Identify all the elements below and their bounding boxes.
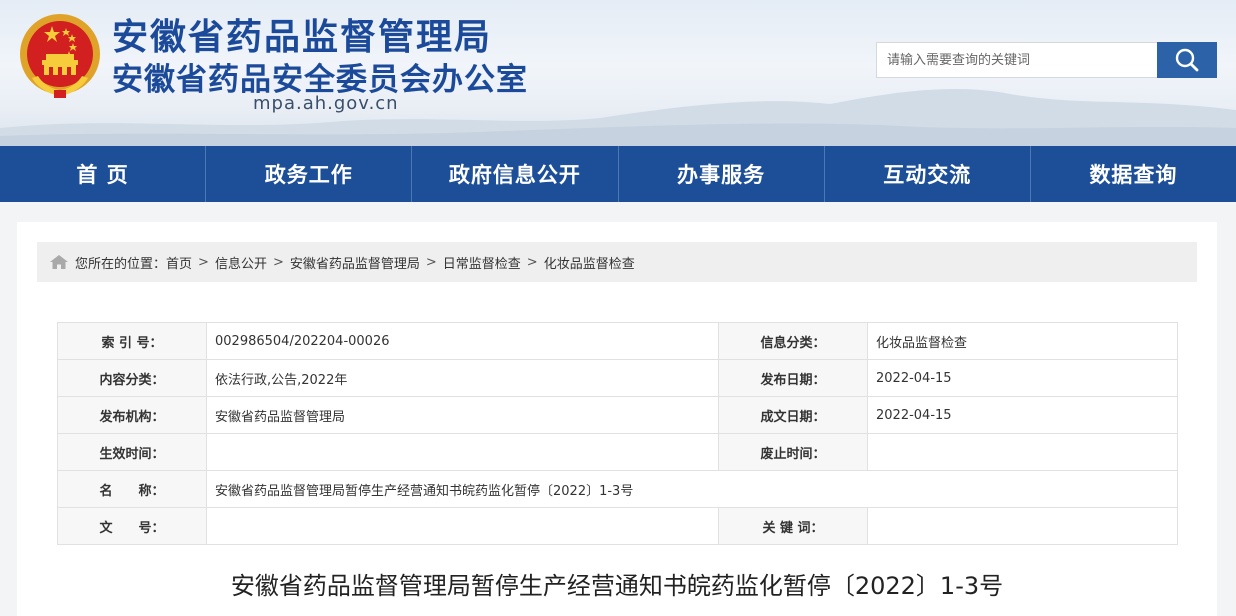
table-row: 索 引 号： 002986504/202204-00026 信息分类： 化妆品监… (57, 322, 1178, 360)
nav-item-info-disclosure[interactable]: 政府信息公开 (411, 146, 617, 202)
nav-item-government-work[interactable]: 政务工作 (205, 146, 411, 202)
content-panel: 您所在的位置： 首页 > 信息公开 > 安徽省药品监督管理局 > 日常监督检查 … (17, 222, 1217, 616)
publisher-value: 安徽省药品监督管理局 (206, 396, 719, 434)
breadcrumb-separator: > (425, 254, 437, 270)
keywords-value (867, 507, 1178, 545)
expired-value (867, 433, 1178, 471)
nav-item-interaction[interactable]: 互动交流 (823, 146, 1030, 202)
site-domain: mpa.ah.gov.cn (253, 93, 399, 114)
breadcrumb: 您所在的位置： 首页 > 信息公开 > 安徽省药品监督管理局 > 日常监督检查 … (37, 242, 1197, 282)
name-value: 安徽省药品监督管理局暂停生产经营通知书皖药监化暂停〔2022〕1-3号 (206, 470, 1178, 508)
publish-date-value: 2022-04-15 (867, 359, 1178, 397)
content-category-value: 依法行政,公告,2022年 (206, 359, 719, 397)
document-title: 安徽省药品监督管理局暂停生产经营通知书皖药监化暂停〔2022〕1-3号 (230, 572, 1004, 600)
breadcrumb-prefix: 您所在的位置： (75, 256, 167, 272)
keywords-label: 关 键 词： (718, 507, 868, 545)
content-category-label: 内容分类： (57, 359, 207, 397)
nav-item-data-query[interactable]: 数据查询 (1029, 146, 1236, 202)
effective-value (206, 433, 719, 471)
doc-no-value (206, 507, 719, 545)
breadcrumb-link-bureau[interactable]: 安徽省药品监督管理局 (290, 253, 420, 272)
table-row: 名 称： 安徽省药品监督管理局暂停生产经营通知书皖药监化暂停〔2022〕1-3号 (57, 470, 1178, 508)
table-row: 内容分类： 依法行政,公告,2022年 发布日期： 2022-04-15 (57, 359, 1178, 397)
breadcrumb-separator: > (272, 254, 284, 270)
index-no-label: 索 引 号： (57, 322, 207, 360)
written-date-label: 成文日期： (718, 396, 868, 434)
search-button[interactable] (1157, 42, 1217, 78)
site-title: 安徽省药品监督管理局 (112, 17, 493, 58)
metadata-table: 索 引 号： 002986504/202204-00026 信息分类： 化妆品监… (57, 322, 1178, 545)
expired-label: 废止时间： (718, 433, 868, 471)
home-icon (50, 255, 68, 269)
national-emblem-icon (20, 14, 100, 98)
nav-item-home[interactable]: 首 页 (0, 146, 205, 202)
effective-label: 生效时间： (57, 433, 207, 471)
info-category-label: 信息分类： (718, 322, 868, 360)
table-row: 生效时间： 废止时间： (57, 433, 1178, 471)
name-label: 名 称： (57, 470, 207, 508)
info-category-value: 化妆品监督检查 (867, 322, 1178, 360)
doc-no-label: 文 号： (57, 507, 207, 545)
breadcrumb-separator: > (198, 254, 209, 270)
table-row: 文 号： 关 键 词： (57, 507, 1178, 545)
breadcrumb-link-home[interactable]: 首页 (166, 253, 192, 272)
main-nav: 首 页 政务工作 政府信息公开 办事服务 互动交流 数据查询 (0, 146, 1236, 202)
search-input[interactable] (876, 42, 1157, 78)
publish-date-label: 发布日期： (718, 359, 868, 397)
site-header: 安徽省药品监督管理局 安徽省药品安全委员会办公室 mpa.ah.gov.cn (0, 0, 1236, 146)
publisher-label: 发布机构： (57, 396, 207, 434)
search-box (876, 42, 1217, 78)
nav-item-services[interactable]: 办事服务 (617, 146, 824, 202)
breadcrumb-separator: > (526, 254, 538, 270)
breadcrumb-link-daily-inspection[interactable]: 日常监督检查 (443, 253, 521, 272)
breadcrumb-link-info[interactable]: 信息公开 (215, 253, 267, 272)
search-icon (1175, 48, 1199, 72)
table-row: 发布机构： 安徽省药品监督管理局 成文日期： 2022-04-15 (57, 396, 1178, 434)
written-date-value: 2022-04-15 (867, 396, 1178, 434)
breadcrumb-link-cosmetics[interactable]: 化妆品监督检查 (544, 253, 635, 272)
index-no-value: 002986504/202204-00026 (206, 322, 719, 360)
